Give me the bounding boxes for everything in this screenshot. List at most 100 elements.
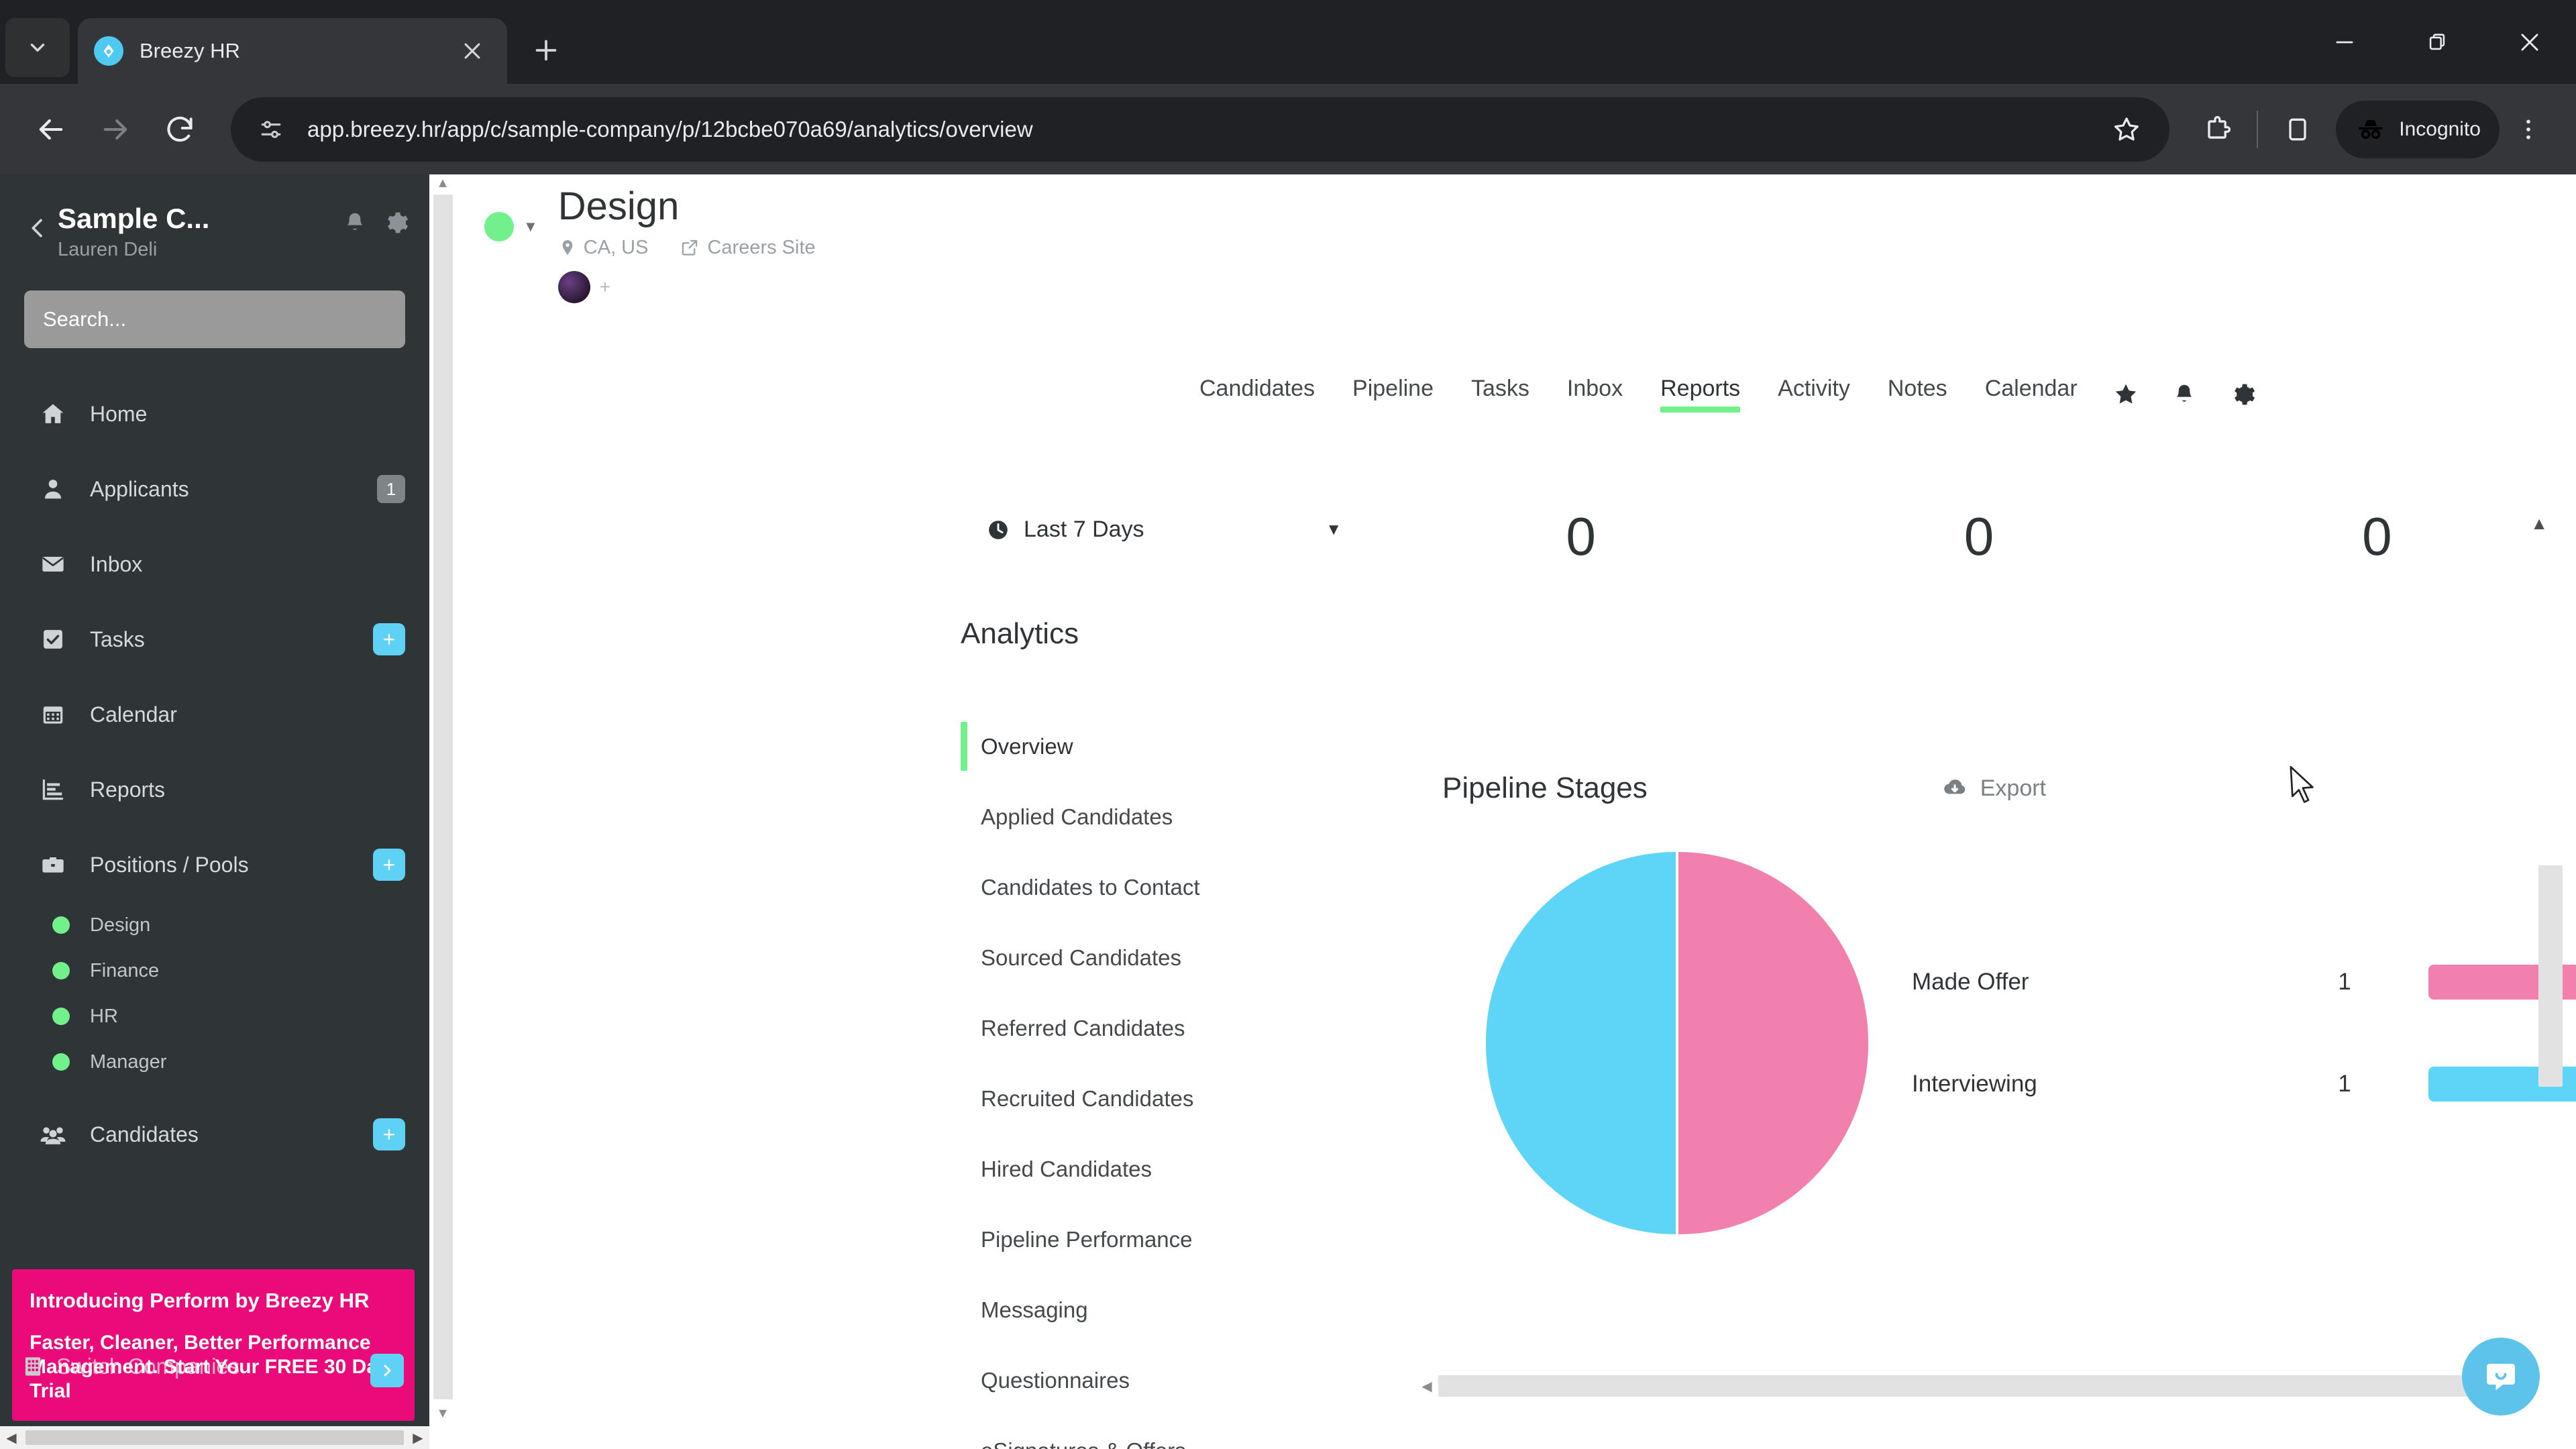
sidebar-collapse-button[interactable]	[24, 212, 51, 249]
new-tab-button[interactable]	[522, 26, 570, 74]
reload-button[interactable]	[148, 97, 212, 162]
tab-activity[interactable]: Activity	[1759, 376, 1869, 413]
back-button[interactable]	[19, 97, 83, 162]
page-settings-icon[interactable]	[254, 112, 288, 147]
analytics-item-label: Pipeline Performance	[981, 1226, 1193, 1252]
sidebar-item-candidates[interactable]: Candidates +	[0, 1097, 429, 1172]
add-candidate-button[interactable]: +	[373, 1118, 405, 1150]
bell-icon[interactable]	[2155, 382, 2213, 407]
bell-icon[interactable]	[342, 210, 368, 235]
sidebar-horizontal-scrollbar[interactable]: ◀ ▶	[0, 1426, 429, 1449]
close-window-button[interactable]	[2483, 0, 2576, 84]
page-vertical-scrollbar[interactable]: ▲ ▼	[429, 174, 456, 1449]
sidebar-pool-design[interactable]: Design	[0, 902, 429, 948]
analytics-item-esignatures-offers[interactable]: eSignatures & Offers	[961, 1415, 1377, 1449]
analytics-item-recruited-candidates[interactable]: Recruited Candidates	[961, 1063, 1377, 1134]
tab-pipeline[interactable]: Pipeline	[1334, 376, 1452, 413]
pipeline-stages-card: Pipeline Stages Export Made Offer 1 Inte…	[1442, 771, 2576, 1234]
gear-icon[interactable]	[2213, 381, 2272, 408]
sidebar-item-reports[interactable]: Reports	[0, 752, 429, 827]
scroll-left-arrow-icon[interactable]: ◀	[1415, 1378, 1438, 1395]
gear-icon[interactable]	[382, 209, 409, 236]
scroll-up-arrow-icon[interactable]: ▲	[436, 174, 449, 192]
tab-reports[interactable]: Reports	[1642, 376, 1759, 413]
scroll-right-arrow-icon[interactable]: ▶	[407, 1430, 429, 1446]
analytics-item-pipeline-performance[interactable]: Pipeline Performance	[961, 1204, 1377, 1275]
close-icon[interactable]	[453, 32, 491, 70]
card-header: Pipeline Stages Export	[1442, 771, 2576, 805]
sidebar-pool-finance[interactable]: Finance	[0, 948, 429, 994]
status-dot-icon	[52, 962, 70, 979]
clock-icon	[986, 518, 1010, 542]
switch-companies-button[interactable]: Switch Companies	[20, 1354, 239, 1379]
map-pin-icon	[558, 238, 577, 257]
scrollbar-thumb[interactable]	[1438, 1375, 2496, 1397]
sidebar-item-home[interactable]: Home	[0, 376, 429, 451]
tab-calendar[interactable]: Calendar	[1966, 376, 2096, 413]
legend-row[interactable]: Interviewing 1 50%	[1912, 1033, 2576, 1135]
summary-stats: 0 0 0 ▲	[1382, 480, 2576, 594]
sidebar-item-calendar[interactable]: Calendar	[0, 677, 429, 752]
analytics-item-referred-candidates[interactable]: Referred Candidates	[961, 993, 1377, 1063]
promo-banner[interactable]: Introducing Perform by Breezy HR Faster,…	[12, 1269, 415, 1421]
address-bar[interactable]: app.breezy.hr/app/c/sample-company/p/12b…	[231, 97, 2170, 162]
scrollbar-thumb[interactable]	[433, 195, 453, 1399]
star-icon[interactable]	[2096, 381, 2155, 408]
company-block[interactable]: Sample C... Lauren Deli	[58, 203, 342, 261]
analytics-item-messaging[interactable]: Messaging	[961, 1275, 1377, 1345]
analytics-item-overview[interactable]: Overview	[961, 711, 1377, 782]
side-panel-button[interactable]	[2269, 101, 2326, 158]
avatar[interactable]	[557, 270, 590, 303]
add-task-button[interactable]: +	[373, 623, 405, 655]
browser-tab[interactable]: Breezy HR	[78, 18, 507, 84]
pie-slice-made-offer[interactable]	[1678, 852, 1868, 1234]
add-team-member-button[interactable]: +	[600, 276, 610, 298]
tab-tasks[interactable]: Tasks	[1452, 376, 1548, 413]
legend-row[interactable]: Made Offer 1 50%	[1912, 931, 2576, 1033]
sidebar-item-positions-pools[interactable]: Positions / Pools +	[0, 827, 429, 902]
collapse-stats-button[interactable]: ▲	[2530, 513, 2548, 534]
export-button[interactable]: Export	[1941, 775, 2046, 802]
sidebar-pool-manager[interactable]: Manager	[0, 1039, 429, 1085]
forward-button[interactable]	[83, 97, 148, 162]
scrollbar-thumb[interactable]	[25, 1430, 404, 1445]
maximize-window-button[interactable]	[2391, 0, 2483, 84]
analytics-item-candidates-to-contact[interactable]: Candidates to Contact	[961, 852, 1377, 922]
position-status-selector[interactable]: ▼	[484, 212, 538, 241]
scroll-left-arrow-icon[interactable]: ◀	[0, 1430, 23, 1446]
add-position-button[interactable]: +	[373, 849, 405, 881]
scroll-down-arrow-icon[interactable]: ▼	[436, 1405, 449, 1422]
bookmark-button[interactable]	[2106, 109, 2147, 150]
search-placeholder: Search...	[43, 307, 127, 331]
search-input[interactable]: Search...	[24, 290, 405, 348]
card-vertical-scrollbar[interactable]	[2538, 865, 2563, 1087]
three-dot-menu-icon	[2526, 119, 2530, 139]
card-horizontal-scrollbar[interactable]: ◀	[1415, 1373, 2496, 1399]
analytics-item-hired-candidates[interactable]: Hired Candidates	[961, 1134, 1377, 1204]
sidebar-pool-hr[interactable]: HR	[0, 994, 429, 1039]
chrome-menu-button[interactable]	[2500, 101, 2557, 158]
careers-site-link[interactable]: Careers Site	[680, 237, 816, 259]
sidebar-item-tasks[interactable]: Tasks +	[0, 602, 429, 677]
pie-chart-graphic[interactable]	[1486, 852, 1868, 1234]
analytics-item-applied-candidates[interactable]: Applied Candidates	[961, 782, 1377, 852]
sidebar-item-applicants[interactable]: Applicants 1	[0, 451, 429, 527]
tab-candidates[interactable]: Candidates	[1181, 376, 1334, 413]
analytics-item-sourced-candidates[interactable]: Sourced Candidates	[961, 922, 1377, 993]
tab-strip: Breezy HR	[0, 0, 2576, 84]
pie-slice-interviewing[interactable]	[1486, 852, 1676, 1234]
position-header: ▼ Design CA, US Careers Site +	[456, 174, 2576, 303]
chat-widget-button[interactable]	[2462, 1338, 2540, 1415]
tab-inbox[interactable]: Inbox	[1548, 376, 1642, 413]
incognito-indicator[interactable]: Incognito	[2336, 100, 2500, 158]
date-range-selector[interactable]: Last 7 Days ▼	[986, 517, 1342, 543]
position-title-block: Design CA, US Careers Site +	[557, 186, 816, 303]
tab-search-button[interactable]	[5, 18, 70, 77]
tab-notes[interactable]: Notes	[1869, 376, 1966, 413]
extensions-button[interactable]	[2188, 101, 2246, 158]
minimize-window-button[interactable]	[2298, 0, 2391, 84]
analytics-item-questionnaires[interactable]: Questionnaires	[961, 1345, 1377, 1415]
page-content: Sample C... Lauren Deli Search... Home A…	[0, 174, 2576, 1449]
sidebar-item-inbox[interactable]: Inbox	[0, 527, 429, 602]
switch-companies-arrow-button[interactable]	[370, 1354, 404, 1387]
